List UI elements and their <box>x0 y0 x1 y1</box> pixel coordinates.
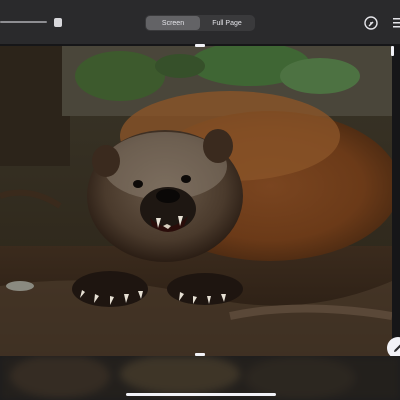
share-button[interactable] <box>392 14 400 32</box>
segment-full-page[interactable]: Full Page <box>200 16 254 30</box>
capture-mode-segmented-control: Screen Full Page <box>145 15 255 31</box>
zoom-slider-thumb[interactable] <box>54 18 62 27</box>
screenshot-toolbar: Screen Full Page <box>0 0 400 44</box>
crop-handle-top[interactable] <box>195 44 205 47</box>
markup-pen-icon <box>394 344 400 352</box>
segment-screen[interactable]: Screen <box>146 16 200 30</box>
markup-icon <box>364 16 378 30</box>
screenshot-canvas <box>0 44 400 356</box>
share-icon <box>393 18 400 28</box>
zoom-slider-track[interactable] <box>0 21 47 23</box>
home-indicator[interactable] <box>126 393 276 396</box>
markup-button[interactable] <box>362 14 380 32</box>
wolverine-photo <box>0 46 392 397</box>
crop-handle-right[interactable] <box>391 46 394 56</box>
